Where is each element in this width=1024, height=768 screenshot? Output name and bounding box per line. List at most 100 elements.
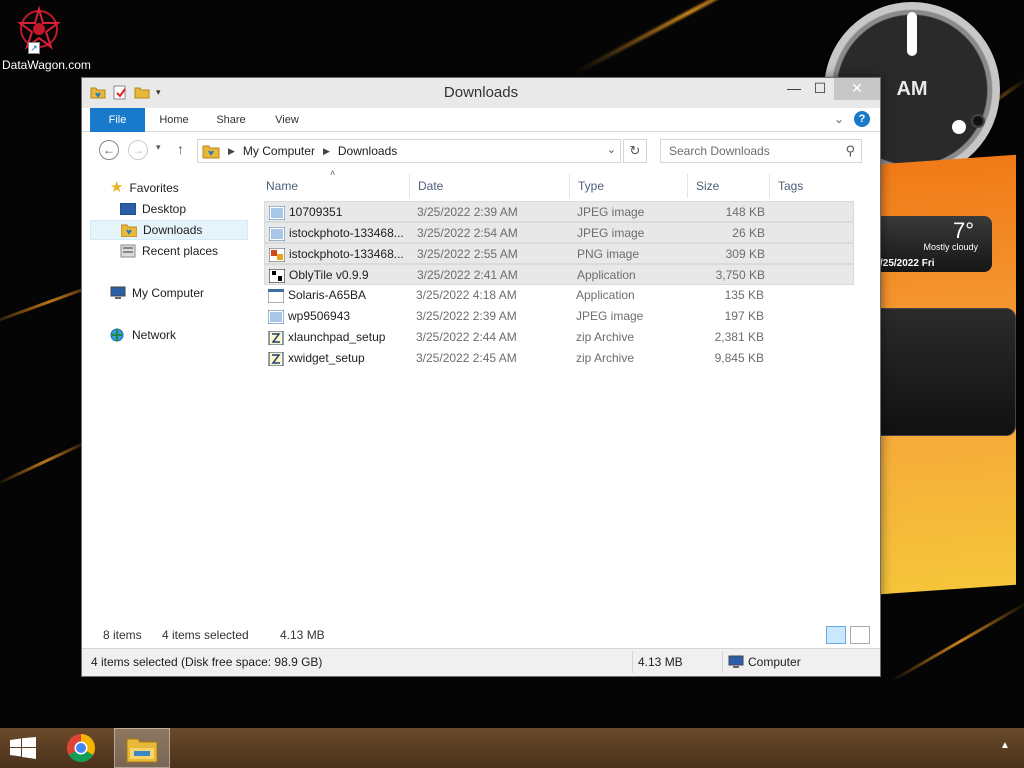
file-date: 3/25/2022 2:55 AM: [417, 247, 518, 261]
refresh-button[interactable]: ↻: [623, 139, 647, 163]
clock-knob: [971, 114, 985, 128]
file-name: xlaunchpad_setup: [288, 330, 386, 344]
file-list: ˄ Name Date Type Size Tags 10709351 3/25…: [258, 168, 858, 620]
tab-share[interactable]: Share: [208, 108, 254, 132]
file-type: JPEG image: [577, 205, 645, 219]
search-input[interactable]: Search Downloads ⚲: [660, 139, 862, 163]
search-placeholder: Search Downloads: [669, 144, 770, 158]
nav-network-label: Network: [132, 328, 177, 342]
tab-home[interactable]: Home: [148, 108, 200, 132]
file-row[interactable]: 10709351 3/25/2022 2:39 AM JPEG image 14…: [264, 201, 854, 222]
file-date: 3/25/2022 2:39 AM: [416, 309, 517, 323]
nav-recent-label: Recent places: [142, 244, 219, 258]
file-row[interactable]: OblyTile v0.9.9 3/25/2022 2:41 AM Applic…: [264, 264, 854, 285]
png-icon: [269, 247, 285, 262]
file-type: Application: [577, 268, 636, 282]
nav-desktop-label: Desktop: [142, 202, 187, 216]
file-name: 10709351: [289, 205, 343, 219]
file-row[interactable]: Solaris-A65BA 3/25/2022 4:18 AM Applicat…: [264, 285, 854, 306]
image-icon: [269, 205, 285, 220]
maximize-button[interactable]: ☐: [806, 78, 834, 100]
start-button[interactable]: [0, 728, 56, 768]
file-explorer-icon: [126, 738, 158, 763]
wallpaper-streak: [889, 600, 1024, 683]
column-header-size[interactable]: Size: [688, 174, 770, 198]
explorer-window: ▾ Downloads — ☐ ✕ File Home Share View ⌄…: [81, 77, 881, 677]
close-button[interactable]: ✕: [834, 78, 880, 100]
computer-icon: [110, 286, 126, 299]
minimize-button[interactable]: —: [780, 78, 808, 100]
nav-network[interactable]: Network: [110, 325, 176, 345]
search-icon: ⚲: [845, 143, 855, 158]
breadcrumb-downloads[interactable]: Downloads: [338, 144, 397, 158]
file-size: 3,750 KB: [715, 268, 765, 282]
nav-favorites[interactable]: ★ Favorites: [110, 178, 179, 198]
nav-my-computer[interactable]: My Computer: [110, 283, 204, 303]
recent-locations-dropdown-icon[interactable]: ▾: [156, 142, 161, 153]
desktop-shortcut-datawagon[interactable]: ↗ DataWagon.com: [2, 5, 91, 72]
view-toggle: [826, 626, 870, 644]
file-row[interactable]: xlaunchpad_setup 3/25/2022 2:44 AM zip A…: [264, 327, 854, 348]
file-size: 309 KB: [725, 247, 765, 261]
computer-icon: [728, 655, 744, 668]
image-icon: [268, 309, 284, 324]
file-name: xwidget_setup: [288, 351, 365, 365]
clock-indicator: [952, 120, 966, 134]
column-header-date[interactable]: Date: [410, 174, 570, 198]
status-bar-info: 4 items selected (Disk free space: 98.9 …: [91, 655, 323, 669]
file-date: 3/25/2022 2:54 AM: [417, 226, 518, 240]
up-button[interactable]: ↑: [177, 141, 184, 157]
address-dropdown-icon[interactable]: ⌄: [607, 143, 616, 156]
file-name: istockphoto-133468...: [289, 226, 404, 240]
breadcrumb-separator-icon: ▶: [322, 145, 330, 156]
large-icons-view-icon[interactable]: [850, 626, 870, 644]
file-type: JPEG image: [577, 226, 645, 240]
taskbar: ▲: [0, 728, 1024, 768]
title-bar[interactable]: ▾ Downloads — ☐ ✕: [82, 78, 880, 108]
gadget-card: [870, 308, 1016, 436]
address-bar[interactable]: ▶ My Computer ▶ Downloads ⌄: [197, 139, 621, 163]
column-header-type[interactable]: Type: [570, 174, 688, 198]
status-bar-size: 4.13 MB: [638, 655, 683, 669]
file-row[interactable]: istockphoto-133468... 3/25/2022 2:54 AM …: [264, 222, 854, 243]
show-hidden-icons-icon[interactable]: ▲: [1000, 740, 1010, 751]
tab-view[interactable]: View: [262, 108, 312, 132]
nav-downloads[interactable]: Downloads: [90, 220, 248, 240]
tab-file[interactable]: File: [90, 108, 145, 132]
navigation-pane: ★ Favorites Desktop Downloads Recent pla…: [90, 170, 250, 620]
file-row[interactable]: wp9506943 3/25/2022 2:39 AM JPEG image 1…: [264, 306, 854, 327]
file-row[interactable]: xwidget_setup 3/25/2022 2:45 AM zip Arch…: [264, 348, 854, 369]
details-view-icon[interactable]: [826, 626, 846, 644]
star-icon: ★: [110, 179, 124, 196]
breadcrumb-my-computer[interactable]: My Computer: [243, 144, 315, 158]
desktop-icon: [120, 203, 136, 215]
column-header-tags[interactable]: Tags: [770, 174, 858, 198]
file-name: Solaris-A65BA: [288, 288, 367, 302]
nav-desktop[interactable]: Desktop: [120, 199, 186, 219]
help-icon[interactable]: ?: [854, 111, 870, 127]
desktop-shortcut-label: DataWagon.com: [2, 58, 91, 72]
file-date: 3/25/2022 2:44 AM: [416, 330, 517, 344]
back-button[interactable]: ←: [99, 140, 119, 160]
ribbon: File Home Share View ⌄ ?: [82, 108, 880, 132]
forward-button[interactable]: →: [128, 140, 148, 160]
file-name: istockphoto-133468...: [289, 247, 404, 261]
file-row[interactable]: istockphoto-133468... 3/25/2022 2:55 AM …: [264, 243, 854, 264]
column-header-name[interactable]: Name: [258, 174, 410, 198]
taskbar-chrome[interactable]: [56, 728, 112, 768]
status-selected-count: 4 items selected: [162, 628, 249, 642]
nav-recent-places[interactable]: Recent places: [120, 241, 218, 261]
downloads-icon: [121, 224, 137, 237]
window-title: Downloads: [443, 84, 519, 101]
weather-gadget[interactable]: 7° Mostly cloudy /25/2022 Fri: [868, 216, 992, 272]
divider: [722, 651, 723, 673]
taskbar-file-explorer[interactable]: [114, 728, 170, 768]
divider: [632, 651, 633, 673]
file-type: JPEG image: [576, 309, 644, 323]
network-icon: [110, 328, 124, 342]
shortcut-arrow-icon: ↗: [28, 42, 40, 54]
weather-condition: Mostly cloudy: [923, 242, 978, 252]
expand-ribbon-icon[interactable]: ⌄: [834, 112, 844, 126]
file-type: PNG image: [577, 247, 640, 261]
file-size: 2,381 KB: [714, 330, 764, 344]
